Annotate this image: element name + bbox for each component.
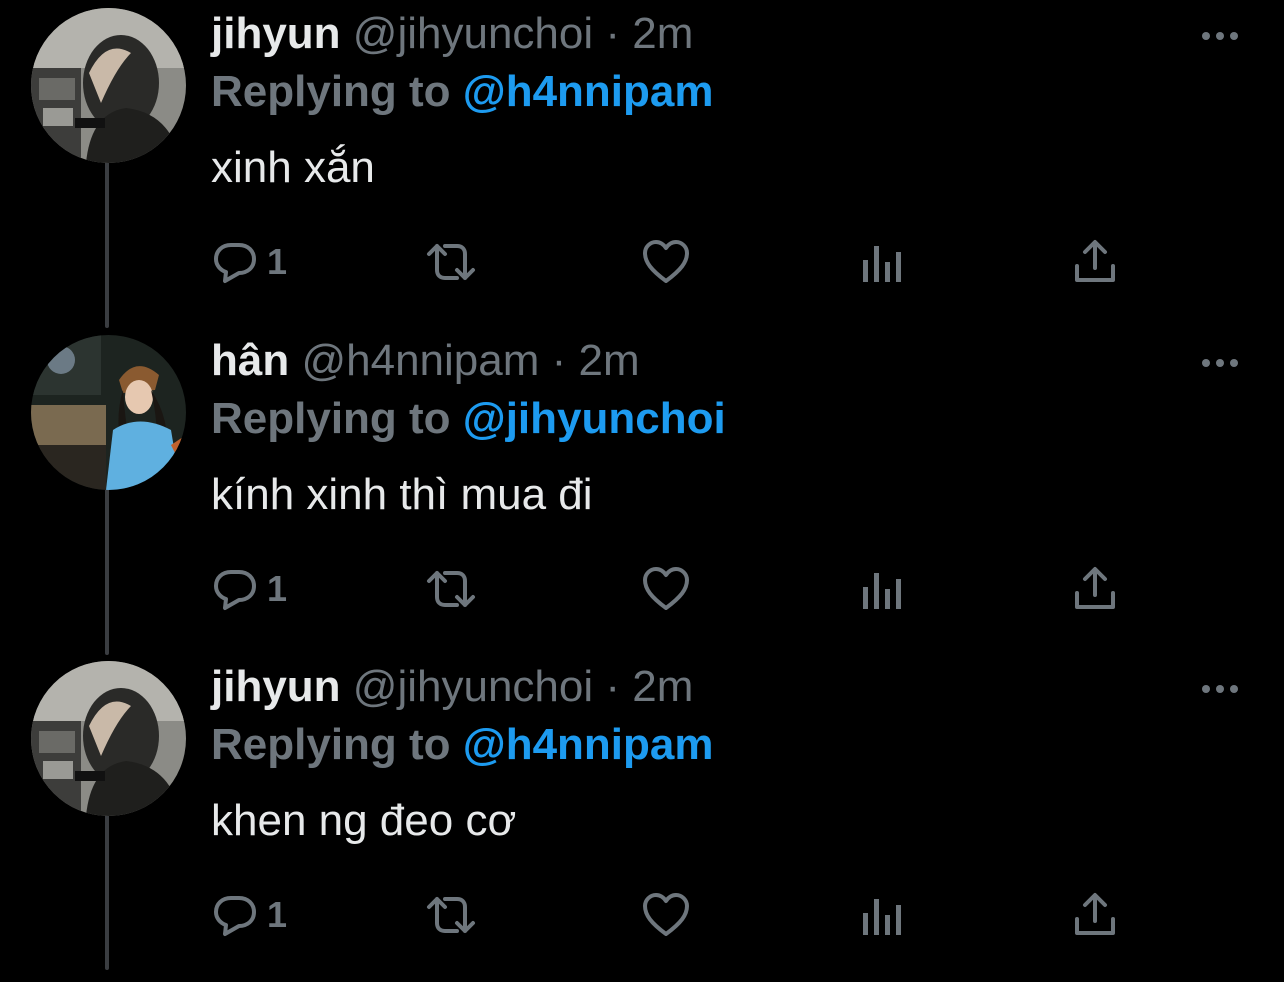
tweet-content: hân @h4nnipam · 2m Replying to @jihyunch… (211, 331, 1244, 523)
tweet-header: jihyun @jihyunchoi · 2m (211, 657, 1244, 717)
like-button[interactable] (641, 887, 691, 943)
user-handle[interactable]: @h4nnipam (301, 336, 539, 385)
retweet-button[interactable] (423, 887, 479, 943)
replying-to-label: Replying to (211, 67, 451, 116)
replying-to-label: Replying to (211, 720, 451, 769)
like-icon (643, 567, 689, 610)
analytics-button[interactable] (861, 234, 903, 290)
display-name[interactable]: jihyun (211, 9, 341, 58)
more-icon (1202, 32, 1238, 40)
retweet-icon (427, 244, 475, 280)
separator-dot: · (605, 9, 621, 58)
tweet[interactable]: jihyun @jihyunchoi · 2m Replying to @h4n… (0, 4, 1284, 329)
reply-icon (214, 243, 256, 283)
replying-to: Replying to @h4nnipam (211, 64, 1244, 120)
timestamp[interactable]: 2m (632, 9, 693, 58)
tweet[interactable]: hân @h4nnipam · 2m Replying to @jihyunch… (0, 331, 1284, 656)
reply-icon (214, 896, 256, 936)
tweet-text: xinh xắn (211, 143, 375, 192)
share-icon (1075, 567, 1115, 609)
tweet-text: kính xinh thì mua đi (211, 470, 593, 519)
retweet-icon (427, 897, 475, 933)
tweet-actions: 1 (211, 234, 1131, 290)
reply-button[interactable]: 1 (211, 887, 287, 943)
reply-count: 1 (267, 894, 288, 935)
share-button[interactable] (1073, 561, 1117, 617)
profile-photo-jihyun (31, 8, 186, 163)
replying-to: Replying to @h4nnipam (211, 717, 1244, 773)
like-button[interactable] (641, 561, 691, 617)
share-icon (1075, 893, 1115, 935)
reply-count: 1 (267, 568, 288, 609)
timestamp[interactable]: 2m (632, 662, 693, 711)
display-name[interactable]: jihyun (211, 662, 341, 711)
user-handle[interactable]: @jihyunchoi (353, 662, 593, 711)
more-icon (1202, 685, 1238, 693)
tweet-text: khen ng đeo cơ (211, 796, 517, 845)
like-icon (643, 240, 689, 283)
user-handle[interactable]: @jihyunchoi (353, 9, 593, 58)
retweet-icon (427, 571, 475, 607)
more-icon (1202, 359, 1238, 367)
tweet-actions: 1 (211, 887, 1131, 943)
like-button[interactable] (641, 234, 691, 290)
separator-dot: · (551, 336, 567, 385)
more-options-button[interactable] (1200, 679, 1240, 699)
tweet-content: jihyun @jihyunchoi · 2m Replying to @h4n… (211, 657, 1244, 849)
profile-photo-han (31, 335, 186, 490)
replying-to-handle[interactable]: @jihyunchoi (463, 394, 726, 443)
retweet-button[interactable] (423, 561, 479, 617)
reply-count: 1 (267, 241, 288, 282)
share-button[interactable] (1073, 234, 1117, 290)
display-name[interactable]: hân (211, 336, 289, 385)
reply-icon (214, 570, 256, 610)
replying-to: Replying to @jihyunchoi (211, 391, 1244, 447)
profile-photo-jihyun (31, 661, 186, 816)
analytics-button[interactable] (861, 561, 903, 617)
reply-button[interactable]: 1 (211, 234, 287, 290)
replying-to-handle[interactable]: @h4nnipam (463, 720, 714, 769)
tweet[interactable]: jihyun @jihyunchoi · 2m Replying to @h4n… (0, 657, 1284, 982)
analytics-icon (863, 573, 901, 609)
more-options-button[interactable] (1200, 26, 1240, 46)
tweet-header: jihyun @jihyunchoi · 2m (211, 4, 1244, 64)
analytics-icon (863, 899, 901, 935)
avatar[interactable] (31, 661, 186, 816)
analytics-icon (863, 246, 901, 282)
timestamp[interactable]: 2m (579, 336, 640, 385)
tweet-content: jihyun @jihyunchoi · 2m Replying to @h4n… (211, 4, 1244, 196)
share-icon (1075, 240, 1115, 282)
replying-to-handle[interactable]: @h4nnipam (463, 67, 714, 116)
like-icon (643, 893, 689, 936)
reply-button[interactable]: 1 (211, 561, 287, 617)
tweet-header: hân @h4nnipam · 2m (211, 331, 1244, 391)
more-options-button[interactable] (1200, 353, 1240, 373)
avatar[interactable] (31, 335, 186, 490)
share-button[interactable] (1073, 887, 1117, 943)
replying-to-label: Replying to (211, 394, 451, 443)
analytics-button[interactable] (861, 887, 903, 943)
tweet-actions: 1 (211, 561, 1131, 617)
retweet-button[interactable] (423, 234, 479, 290)
separator-dot: · (605, 662, 621, 711)
avatar[interactable] (31, 8, 186, 163)
